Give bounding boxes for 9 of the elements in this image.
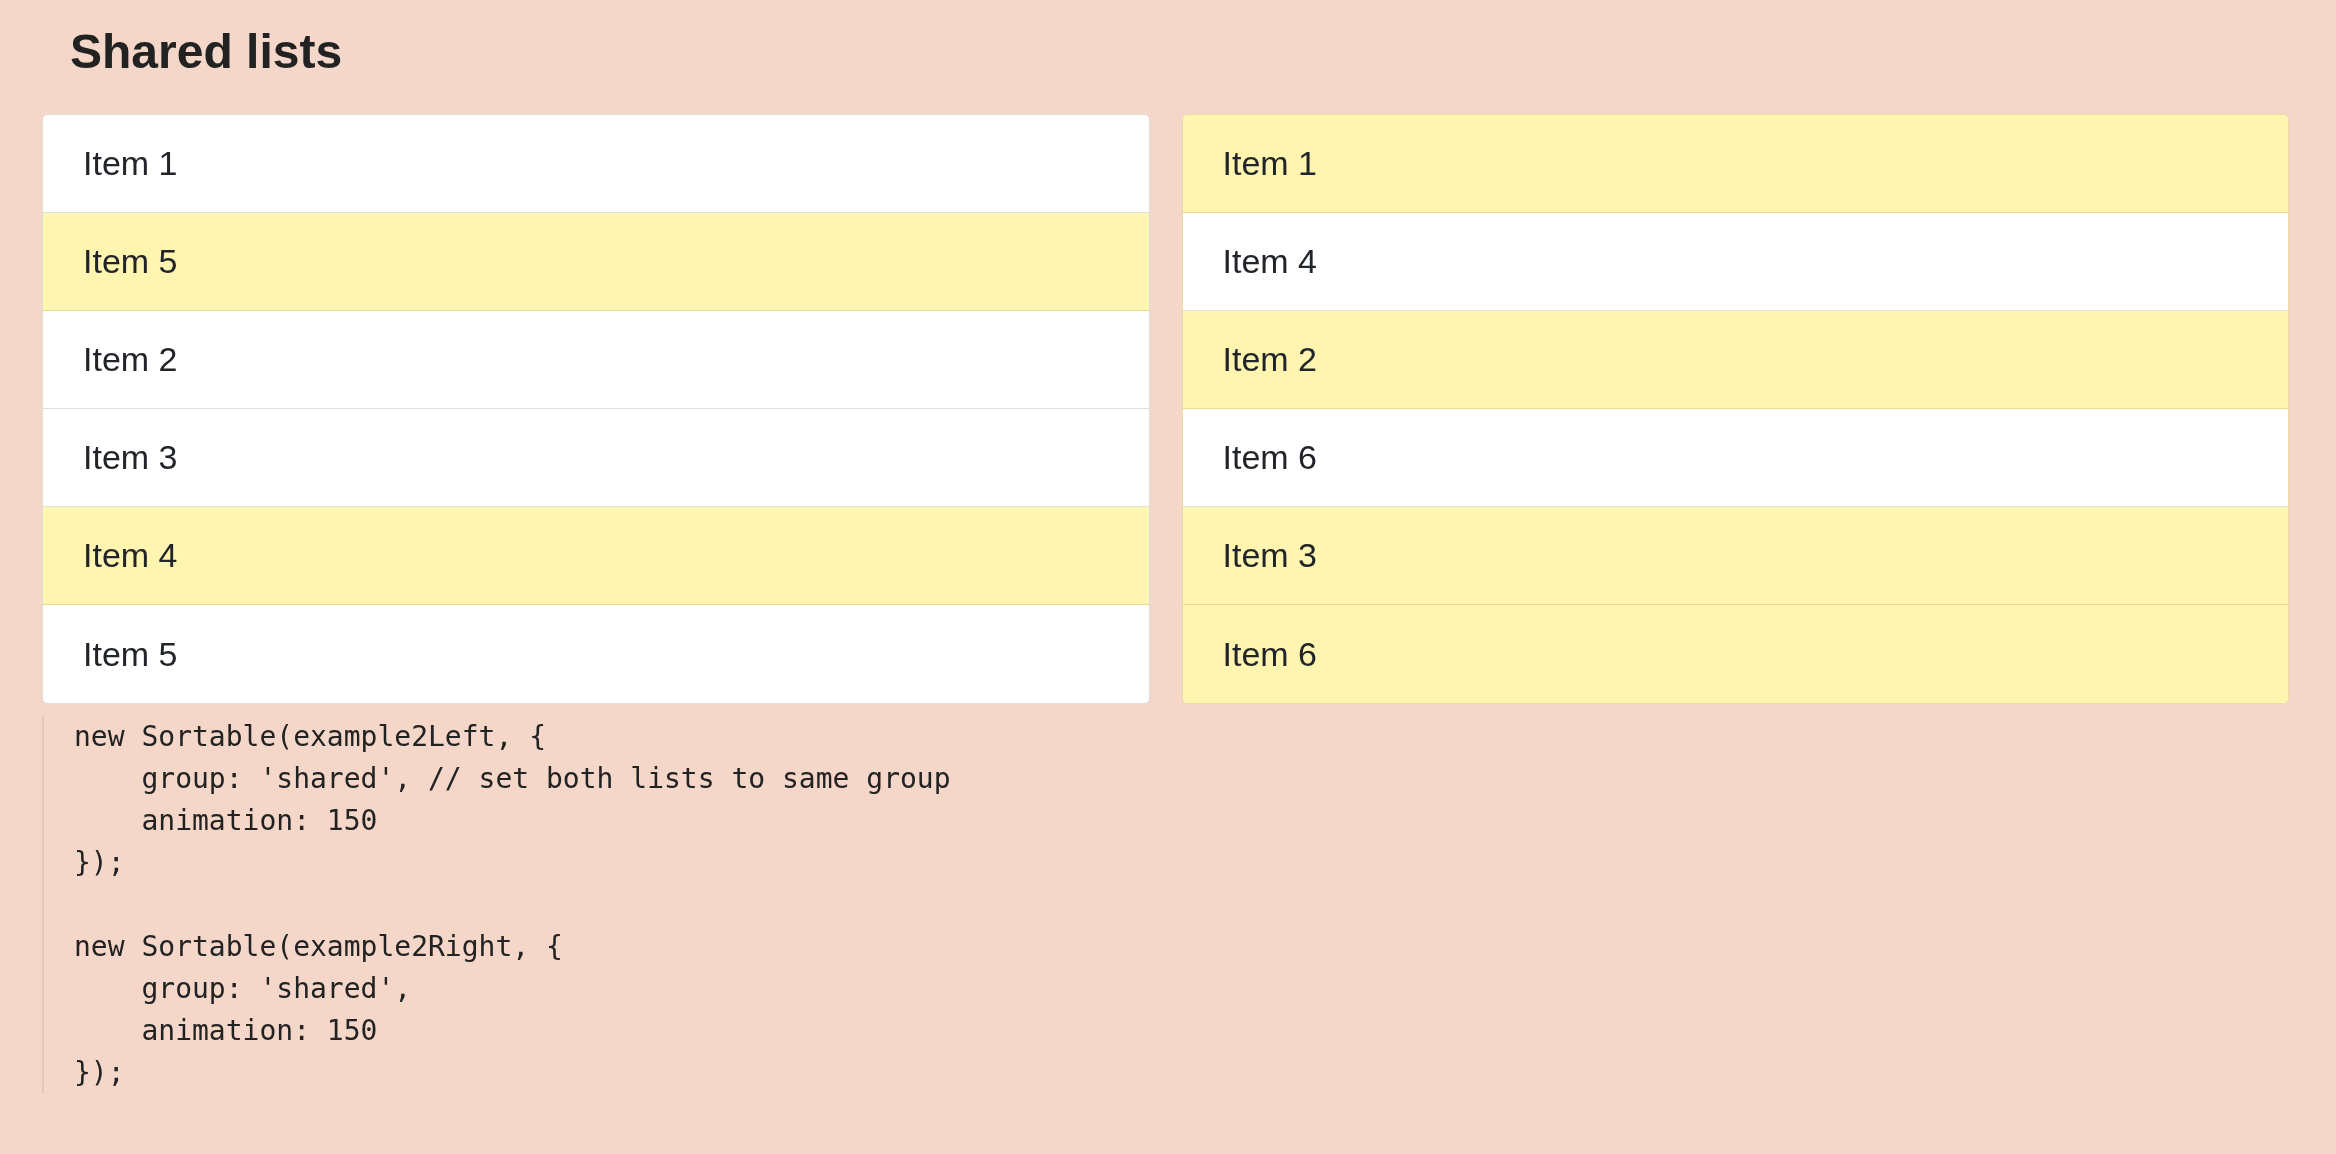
list-item[interactable]: Item 5 bbox=[43, 213, 1149, 311]
list-item[interactable]: Item 1 bbox=[43, 115, 1149, 213]
code-block: new Sortable(example2Left, { group: 'shared', // set both lists to same group animation: 150 }); new Sortable(example2Right, { group: 'shared', animation: 150 }); bbox=[42, 716, 951, 1094]
list-item[interactable]: Item 2 bbox=[1182, 311, 2288, 409]
list-item[interactable]: Item 4 bbox=[43, 507, 1149, 605]
list-item[interactable]: Item 3 bbox=[1182, 507, 2288, 605]
list-item[interactable]: Item 6 bbox=[1182, 605, 2288, 703]
list-item[interactable]: Item 1 bbox=[1182, 115, 2288, 213]
page-title: Shared lists bbox=[70, 24, 343, 79]
